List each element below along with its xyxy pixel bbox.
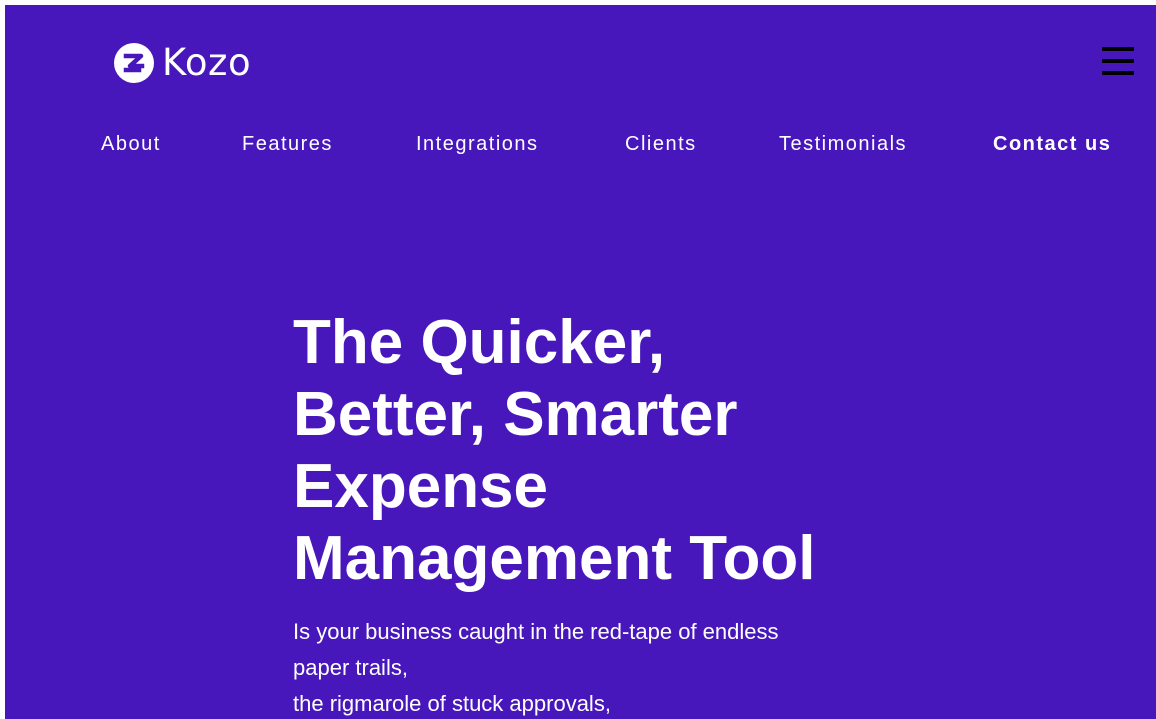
- hero-description-line: the rigmarole of stuck approvals,: [293, 691, 611, 716]
- hamburger-bar: [1102, 59, 1134, 63]
- nav-link-about[interactable]: About: [101, 132, 161, 156]
- page: Kozo About Features Integrations Clients…: [5, 5, 1156, 719]
- hamburger-bar: [1102, 71, 1134, 75]
- nav-link-testimonials[interactable]: Testimonials: [779, 132, 907, 156]
- hero-title-line: Management Tool: [293, 524, 816, 593]
- kozo-logo-icon: [114, 43, 154, 83]
- hamburger-menu-icon[interactable]: [1102, 47, 1134, 77]
- main-nav: About Features Integrations Clients Test…: [5, 132, 1156, 156]
- hamburger-bar: [1102, 47, 1134, 51]
- nav-link-clients[interactable]: Clients: [625, 132, 697, 156]
- hero-description-line: paper trails,: [293, 655, 408, 680]
- hero-description: Is your business caught in the red-tape …: [293, 614, 913, 719]
- nav-link-contact-us[interactable]: Contact us: [993, 132, 1111, 156]
- nav-link-features[interactable]: Features: [242, 132, 333, 156]
- brand-logo[interactable]: Kozo: [113, 42, 251, 84]
- hero-description-line: Is your business caught in the red-tape …: [293, 619, 779, 644]
- hero-title: The Quicker, Better, Smarter Expense Man…: [293, 307, 893, 595]
- brand-name: Kozo: [162, 41, 252, 84]
- hero-title-line: Expense: [293, 452, 549, 521]
- hero-title-line: The Quicker,: [293, 308, 666, 377]
- nav-link-integrations[interactable]: Integrations: [416, 132, 539, 156]
- hero-title-line: Better, Smarter: [293, 380, 738, 449]
